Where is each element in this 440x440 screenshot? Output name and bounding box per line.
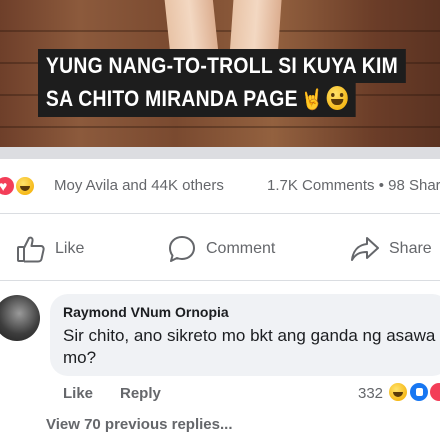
like-reaction-icon <box>408 381 430 403</box>
comment-button[interactable]: Comment <box>167 233 275 265</box>
comment-author[interactable]: Raymond VNum Ornopia <box>63 304 229 320</box>
comment-label: Comment <box>206 240 276 257</box>
section-divider <box>0 147 440 159</box>
rock-hand-emoji-icon: 🤘 <box>301 89 324 112</box>
photo-caption: YUNG NANG-TO-TROLL SI KUYA KIM SA CHITO … <box>38 49 440 118</box>
like-label: Like <box>55 240 85 257</box>
view-previous-replies-link[interactable]: View 70 previous replies... <box>46 416 232 433</box>
speech-bubble-icon <box>169 236 195 262</box>
comment-like-button[interactable]: Like <box>63 385 93 402</box>
comments-shares-count[interactable]: 1.7K Comments • 98 Shar <box>267 177 440 194</box>
comment-reaction-count[interactable]: 332 <box>358 385 383 402</box>
share-label: Share <box>389 240 432 257</box>
comment-reply-button[interactable]: Reply <box>120 385 161 402</box>
reactors-text[interactable]: Moy Avila and 44K others <box>54 177 224 194</box>
reactions-summary[interactable]: Moy Avila and 44K others 1.7K Comments •… <box>0 172 440 200</box>
haha-reaction-icon <box>14 175 36 197</box>
divider <box>0 280 440 281</box>
like-button[interactable]: Like <box>16 233 84 265</box>
divider <box>0 213 440 214</box>
avatar[interactable] <box>0 295 40 341</box>
comment-text: Sir chito, ano sikreto mo bkt ang ganda … <box>63 326 436 367</box>
caption-line-1: YUNG NANG-TO-TROLL SI KUYA KIM <box>38 49 406 83</box>
thumbs-up-icon <box>17 236 45 263</box>
comment-bubble: Raymond VNum Ornopia Sir chito, ano sikr… <box>50 294 440 376</box>
caption-line-2-text: SA CHITO MIRANDA PAGE <box>45 86 298 111</box>
laughing-sweat-emoji-icon <box>326 86 349 111</box>
post-photo[interactable]: YUNG NANG-TO-TROLL SI KUYA KIM SA CHITO … <box>0 0 440 147</box>
caption-line-2: SA CHITO MIRANDA PAGE 🤘 <box>38 82 357 118</box>
haha-reaction-icon <box>387 381 409 403</box>
share-arrow-icon <box>351 237 379 261</box>
share-button[interactable]: Share <box>350 233 432 265</box>
love-reaction-icon <box>428 381 440 403</box>
